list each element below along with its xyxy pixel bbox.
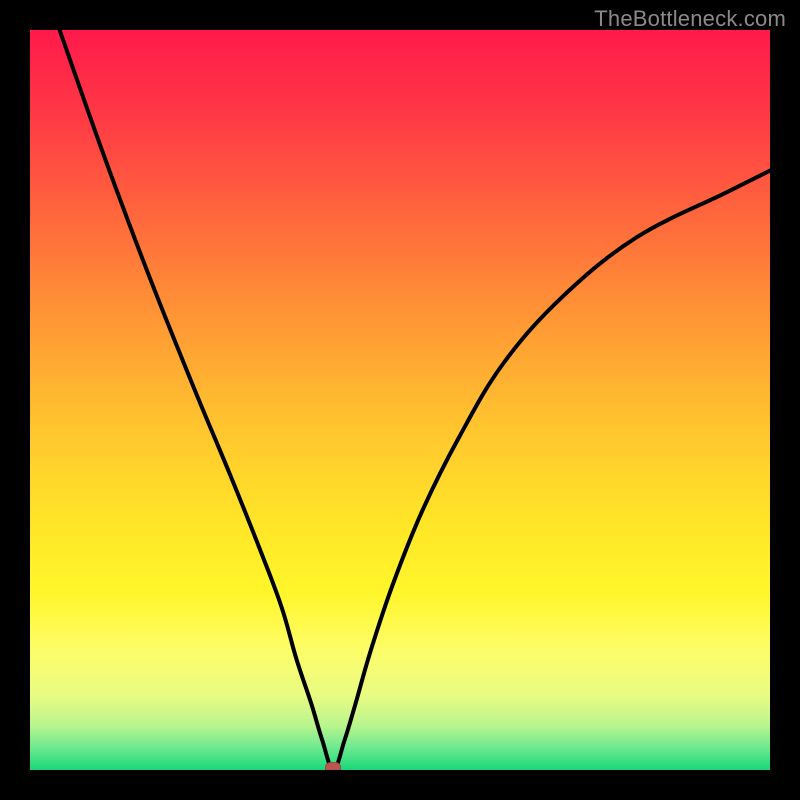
plot-area [30,30,770,770]
curve-svg [30,30,770,770]
watermark-text: TheBottleneck.com [594,6,786,32]
optimum-marker [325,762,341,770]
chart-frame: TheBottleneck.com [0,0,800,800]
bottleneck-curve [60,30,770,770]
